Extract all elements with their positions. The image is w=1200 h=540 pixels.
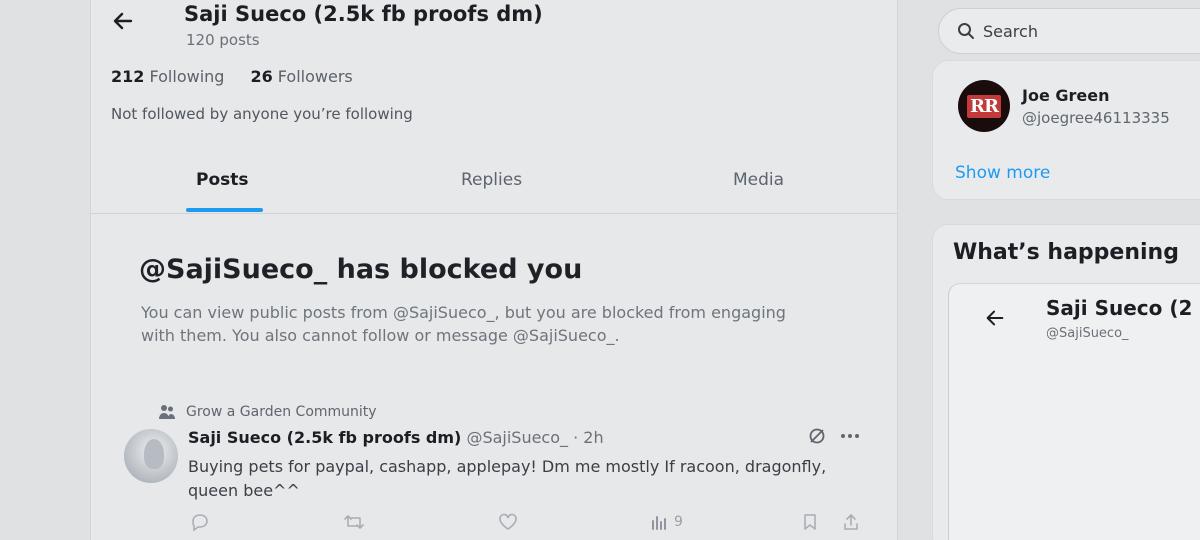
post-menu-group — [808, 427, 860, 445]
community-label[interactable]: Grow a Garden Community — [158, 404, 377, 420]
community-name: Grow a Garden Community — [186, 404, 377, 420]
post-actions: 9 — [190, 513, 870, 535]
search-bar[interactable] — [938, 8, 1200, 54]
views-button[interactable]: 9 — [650, 513, 683, 531]
share-button[interactable] — [842, 513, 860, 531]
active-tab-indicator — [186, 208, 263, 212]
avatar-text: RR — [967, 94, 1001, 118]
grok-button[interactable] — [808, 427, 826, 445]
embed-back-button[interactable] — [984, 307, 1006, 333]
avatar[interactable] — [124, 429, 178, 483]
embed-profile-name: Saji Sueco (2 — [1046, 296, 1193, 320]
not-followed-text: Not followed by anyone you’re following — [111, 105, 413, 123]
more-icon — [841, 434, 859, 438]
share-icon — [844, 514, 858, 530]
post-author-name[interactable]: Saji Sueco (2.5k fb proofs dm) — [188, 428, 461, 447]
post-handle-time: @SajiSueco_ · 2h — [466, 428, 604, 447]
views-count: 9 — [674, 514, 683, 530]
blocked-title: @SajiSueco_ has blocked you — [139, 254, 583, 285]
follow-stats: 212 Following 26 Followers — [111, 67, 353, 86]
like-button[interactable] — [498, 513, 518, 531]
search-icon — [958, 23, 974, 39]
profile-name: Saji Sueco (2.5k fb proofs dm) — [184, 2, 543, 26]
blocked-description: You can view public posts from @SajiSuec… — [141, 303, 786, 345]
user-avatar: RR — [958, 80, 1010, 132]
followers-link[interactable]: 26 Followers — [250, 67, 352, 86]
bookmark-button[interactable] — [802, 513, 818, 531]
followers-label: Followers — [277, 67, 353, 86]
following-count: 212 — [111, 67, 145, 86]
post-text: Buying pets for paypal, cashapp, applepa… — [188, 457, 827, 500]
community-icon — [159, 405, 175, 419]
reply-icon — [192, 514, 208, 531]
show-more-link[interactable]: Show more — [955, 163, 1050, 183]
more-options-button[interactable] — [840, 433, 860, 439]
suggested-user[interactable]: RR Joe Green @joegree46113335 — [958, 80, 1170, 132]
heart-icon — [499, 513, 517, 530]
followers-count: 26 — [250, 67, 273, 86]
user-handle: @joegree46113335 — [1022, 108, 1170, 127]
arrow-left-icon — [986, 310, 1004, 326]
back-button[interactable] — [108, 6, 138, 36]
grok-icon — [809, 428, 825, 444]
embed-profile-handle: @SajiSueco_ — [1046, 326, 1129, 341]
whats-happening-title: What’s happening — [953, 240, 1179, 265]
post-header: Saji Sueco (2.5k fb proofs dm) @SajiSuec… — [188, 428, 604, 447]
tab-media[interactable]: Media — [733, 170, 784, 190]
arrow-left-icon — [113, 12, 133, 30]
post-count: 120 posts — [186, 31, 260, 49]
following-link[interactable]: 212 Following — [111, 67, 224, 86]
tab-replies[interactable]: Replies — [461, 170, 522, 190]
reply-button[interactable] — [190, 513, 210, 531]
repost-button[interactable] — [343, 513, 365, 531]
tab-posts[interactable]: Posts — [196, 170, 249, 190]
search-input[interactable] — [983, 21, 1200, 41]
analytics-icon — [652, 516, 666, 530]
following-label: Following — [149, 67, 225, 86]
bookmark-icon — [804, 514, 816, 530]
repost-icon — [344, 515, 364, 529]
user-name: Joe Green — [1022, 85, 1110, 105]
profile-tabs: Posts Replies Media — [90, 158, 898, 214]
